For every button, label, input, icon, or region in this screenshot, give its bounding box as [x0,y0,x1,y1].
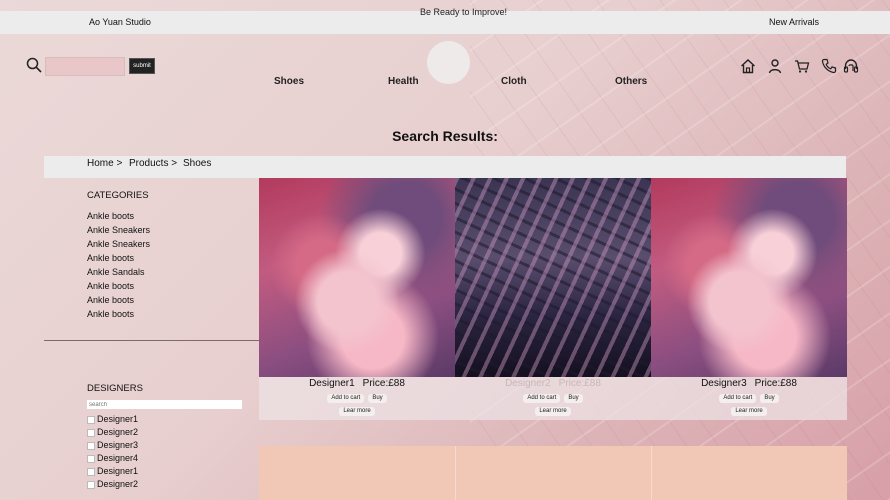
product-info: Designer1 Price:£88 Add to cart Buy Lear m… [259,377,455,420]
category-item[interactable]: Ankle boots [87,307,150,321]
designer-search-input[interactable] [87,400,242,409]
add-to-cart-button[interactable]: Add to cart [327,394,365,403]
breadcrumb-home[interactable]: Home > [87,158,122,169]
top-bar: Ao Yuan Studio Be Ready to Improve! New … [0,7,890,34]
category-item[interactable]: Ankle boots [87,279,150,293]
designer-label: Designer4 [97,453,139,463]
phone-icon[interactable] [821,58,837,74]
checkbox[interactable] [87,415,95,424]
add-to-cart-button[interactable]: Add to cart [719,394,757,403]
categories-heading: CATEGORIES [87,190,149,201]
search-input[interactable] [45,57,125,76]
product-image[interactable] [651,178,847,377]
category-item[interactable]: Ankle Sneakers [87,223,150,237]
checkbox[interactable] [87,480,95,489]
tile-separator [455,446,456,500]
home-icon[interactable] [740,58,756,74]
nav-others[interactable]: Others [615,76,647,87]
product-info: Designer3 Price:£88 Add to cart Buy Lear m… [651,377,847,420]
checkbox[interactable] [87,441,95,450]
product-image[interactable] [455,178,651,377]
checkbox[interactable] [87,428,95,437]
search-icon[interactable] [26,57,42,73]
category-item[interactable]: Ankle boots [87,209,150,223]
product-name: Designer1 [309,378,355,389]
designer-option[interactable]: Designer3 [87,439,242,452]
buy-button[interactable]: Buy [760,394,779,403]
designer-option[interactable]: Designer2 [87,426,242,439]
product-card[interactable]: Designer1 Price:£88 Add to cart Buy Lear m… [259,178,455,420]
designer-label: Designer2 [97,427,139,437]
designers-panel: DESIGNERS Designer1 Designer2 Designer3 … [87,383,242,491]
brand-name[interactable]: Ao Yuan Studio [89,17,151,27]
designer-option[interactable]: Designer1 [87,465,242,478]
submit-button[interactable]: submit [129,58,155,74]
designer-option[interactable]: Designer4 [87,452,242,465]
checkbox[interactable] [87,454,95,463]
designer-option[interactable]: Designer1 [87,413,242,426]
breadcrumb: Home > Products > Shoes [44,156,846,178]
category-item[interactable]: Ankle Sneakers [87,237,150,251]
user-icon[interactable] [767,58,783,74]
product-price: Price:£88 [754,378,797,389]
designer-label: Designer3 [97,440,139,450]
product-card[interactable]: Designer3 Price:£88 Add to cart Buy Lear m… [651,178,847,420]
new-arrivals-link[interactable]: New Arrivals [769,17,819,27]
promo-banner: Be Ready to Improve! [420,7,508,17]
nav-health[interactable]: Health [388,76,419,87]
designer-label: Designer2 [97,479,139,489]
next-row-product-tiles[interactable] [259,446,847,500]
product-grid: Designer1 Price:£88 Add to cart Buy Lear m… [259,178,847,420]
categories-panel: CATEGORIES Ankle boots Ankle Sneakers An… [87,190,150,321]
checkbox[interactable] [87,467,95,476]
category-item[interactable]: Ankle Sandals [87,265,150,279]
buy-button[interactable]: Buy [564,394,583,403]
search-results-title: Search Results: [392,128,498,144]
breadcrumb-current: Shoes [183,158,212,169]
nav-shoes[interactable]: Shoes [274,76,304,87]
product-name: Designer3 [701,378,747,389]
designers-heading: DESIGNERS [87,383,143,394]
category-item[interactable]: Ankle boots [87,293,150,307]
learn-more-button[interactable]: Lear more [535,407,571,416]
cart-icon[interactable] [794,58,810,74]
support-icon[interactable] [843,58,859,74]
product-price: Price:£88 [558,378,601,389]
product-price: Price:£88 [362,378,405,389]
designer-label: Designer1 [97,466,139,476]
buy-button[interactable]: Buy [368,394,387,403]
designer-label: Designer1 [97,414,139,424]
learn-more-button[interactable]: Lear more [339,407,375,416]
product-image[interactable] [259,178,455,377]
sidebar-divider [44,340,259,341]
learn-more-button[interactable]: Lear more [731,407,767,416]
product-name: Designer2 [505,378,551,389]
nav-cloth[interactable]: Cloth [501,76,527,87]
product-info: Designer2 Price:£88 Add to cart Buy Lear m… [455,377,651,420]
breadcrumb-products[interactable]: Products > [129,158,177,169]
logo[interactable] [427,41,470,84]
designer-option[interactable]: Designer2 [87,478,242,491]
tile-separator [651,446,652,500]
category-item[interactable]: Ankle boots [87,251,150,265]
product-card[interactable]: Designer2 Price:£88 Add to cart Buy Lear m… [455,178,651,420]
add-to-cart-button[interactable]: Add to cart [523,394,561,403]
